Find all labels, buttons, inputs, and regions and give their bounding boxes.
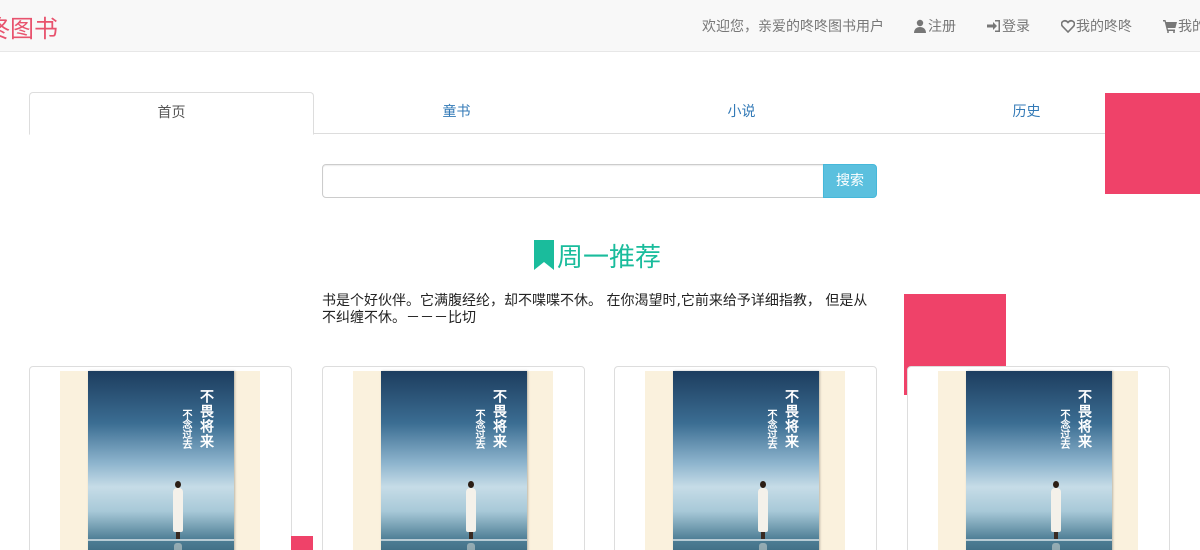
cart-icon [1163, 20, 1177, 33]
cover-horizon [381, 539, 527, 541]
cover-figure [757, 481, 769, 539]
cover-reflection [759, 543, 767, 550]
cover-reflection [467, 543, 475, 550]
cover-subtitle: 不念过去 [765, 409, 776, 449]
book-cover[interactable]: 不畏将来 不念过去 [673, 371, 819, 550]
category-tabs: 首页 童书 小说 历史 [29, 92, 1169, 135]
heart-icon [1061, 20, 1075, 33]
my-dongdong-link[interactable]: 我的咚咚 [1061, 16, 1132, 36]
brand-logo[interactable]: 咚图书 [0, 9, 58, 44]
cover-horizon [88, 539, 234, 541]
nav-right: 欢迎您，亲爱的咚咚图书用户 注册 登录 我的咚咚 我的 [702, 0, 1200, 52]
cover-figure [465, 481, 477, 539]
recommendation-quote: 书是个好伙伴。它满腹经纶，却不喋喋不休。 在你渴望时,它前来给予详细指教， 但是… [322, 293, 868, 326]
cover-title: 不畏将来 [198, 389, 214, 449]
cover-horizon [673, 539, 819, 541]
register-link[interactable]: 注册 [913, 16, 956, 36]
book-card[interactable]: 不畏将来 不念过去 [907, 366, 1170, 550]
login-label: 登录 [1002, 19, 1030, 35]
cover-title: 不畏将来 [783, 389, 799, 449]
search-button[interactable]: 搜索 [823, 164, 877, 198]
search-input[interactable] [322, 164, 824, 198]
register-label: 注册 [928, 19, 956, 35]
cover-horizon [966, 539, 1112, 541]
cover-figure [1050, 481, 1062, 539]
book-card[interactable]: 不畏将来 不念过去 [614, 366, 877, 550]
section-title-text: 周一推荐 [557, 242, 662, 273]
top-navbar: 咚图书 欢迎您，亲爱的咚咚图书用户 注册 登录 我的咚咚 我的 [0, 0, 1200, 52]
my-cart-label: 我的 [1178, 19, 1200, 35]
login-icon [987, 20, 1000, 32]
decor-square-top-right [1105, 93, 1200, 194]
book-card[interactable]: 不畏将来 不念过去 [29, 366, 292, 550]
decor-square-bottom [291, 536, 313, 550]
cover-figure [172, 481, 184, 539]
section-heading: 周一推荐 [533, 237, 661, 273]
book-cover[interactable]: 不畏将来 不念过去 [966, 371, 1112, 550]
my-dongdong-label: 我的咚咚 [1076, 19, 1132, 35]
cover-title: 不畏将来 [1076, 389, 1092, 449]
tab-childrens-books[interactable]: 童书 [314, 92, 599, 134]
welcome-text: 欢迎您，亲爱的咚咚图书用户 [702, 19, 884, 35]
cover-reflection [174, 543, 182, 550]
book-cover[interactable]: 不畏将来 不念过去 [381, 371, 527, 550]
cover-reflection [1052, 543, 1060, 550]
tab-novels[interactable]: 小说 [599, 92, 884, 134]
cover-subtitle: 不念过去 [180, 409, 191, 449]
cover-subtitle: 不念过去 [1058, 409, 1069, 449]
my-cart-link[interactable]: 我的 [1163, 16, 1200, 36]
tab-home[interactable]: 首页 [29, 92, 314, 135]
cover-subtitle: 不念过去 [473, 409, 484, 449]
login-link[interactable]: 登录 [987, 16, 1030, 36]
book-cover[interactable]: 不畏将来 不念过去 [88, 371, 234, 550]
user-icon [914, 19, 926, 33]
cover-title: 不畏将来 [491, 389, 507, 449]
book-card[interactable]: 不畏将来 不念过去 [322, 366, 585, 550]
bookmark-icon [534, 240, 554, 270]
